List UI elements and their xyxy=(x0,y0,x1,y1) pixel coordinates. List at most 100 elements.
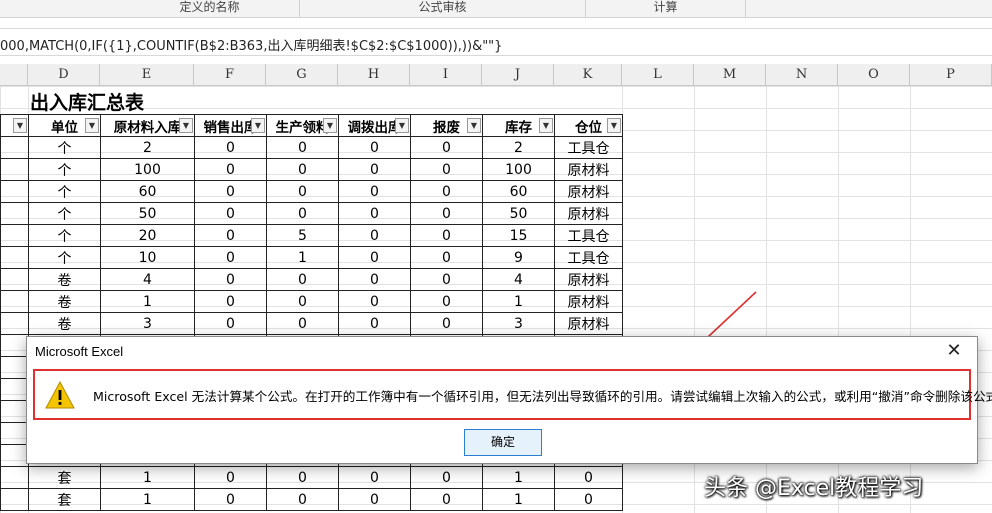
table-cell[interactable]: 0 xyxy=(338,180,411,203)
table-cell[interactable]: 个 xyxy=(28,202,101,225)
filter-dropdown-icon[interactable]: ▼ xyxy=(323,118,337,133)
header-cell-sales-out[interactable]: 销售出库 ▼ xyxy=(194,114,267,137)
table-cell[interactable]: 1 xyxy=(482,488,555,511)
table-cell[interactable]: 原材料 xyxy=(554,202,623,225)
close-icon[interactable]: ✕ xyxy=(939,339,969,363)
header-cell-location[interactable]: 仓位 ▼ xyxy=(554,114,623,137)
table-cell[interactable]: 0 xyxy=(410,488,483,511)
table-cell[interactable]: 2 xyxy=(482,136,555,159)
filter-dropdown-icon[interactable]: ▼ xyxy=(251,118,265,133)
table-cell[interactable]: 1 xyxy=(100,466,195,489)
table-cell[interactable]: 3 xyxy=(482,312,555,335)
table-cell[interactable]: 60 xyxy=(482,180,555,203)
formula-text[interactable]: 000,MATCH(0,IF({1},COUNTIF(B$2:B363,出入库明… xyxy=(0,35,502,54)
filter-dropdown-icon[interactable]: ▼ xyxy=(179,118,193,133)
table-cell[interactable] xyxy=(0,488,29,511)
table-cell[interactable]: 0 xyxy=(194,136,267,159)
table-cell[interactable]: 个 xyxy=(28,246,101,269)
table-cell[interactable]: 0 xyxy=(194,224,267,247)
table-cell[interactable]: 1 xyxy=(100,488,195,511)
column-header-n[interactable]: N xyxy=(766,64,838,86)
column-header-k[interactable]: K xyxy=(554,64,622,86)
table-cell[interactable]: 0 xyxy=(338,224,411,247)
table-cell[interactable]: 0 xyxy=(266,158,339,181)
table-cell[interactable]: 0 xyxy=(554,488,623,511)
table-cell[interactable]: 0 xyxy=(194,290,267,313)
table-cell[interactable]: 个 xyxy=(28,136,101,159)
table-cell[interactable]: 工具仓 xyxy=(554,136,623,159)
table-cell[interactable]: 卷 xyxy=(28,312,101,335)
table-cell[interactable]: 4 xyxy=(100,268,195,291)
table-cell[interactable]: 卷 xyxy=(28,290,101,313)
column-header-g[interactable]: G xyxy=(266,64,338,86)
table-cell[interactable] xyxy=(0,180,29,203)
table-cell[interactable]: 10 xyxy=(100,246,195,269)
table-cell[interactable] xyxy=(0,312,29,335)
table-cell[interactable]: 原材料 xyxy=(554,158,623,181)
table-cell[interactable] xyxy=(0,136,29,159)
table-cell[interactable]: 0 xyxy=(266,488,339,511)
column-header-m[interactable]: M xyxy=(694,64,766,86)
table-cell[interactable]: 原材料 xyxy=(554,268,623,291)
table-cell[interactable]: 0 xyxy=(338,268,411,291)
sheet-title[interactable]: 出入库汇总表 xyxy=(30,88,144,115)
filter-dropdown-icon[interactable]: ▼ xyxy=(539,118,553,133)
filter-dropdown-icon[interactable]: ▼ xyxy=(395,118,409,133)
filter-dropdown-icon[interactable]: ▼ xyxy=(85,118,99,133)
table-cell[interactable]: 0 xyxy=(410,290,483,313)
table-cell[interactable]: 卷 xyxy=(28,268,101,291)
table-cell[interactable] xyxy=(0,466,29,489)
table-cell[interactable]: 0 xyxy=(338,136,411,159)
table-cell[interactable]: 套 xyxy=(28,488,101,511)
header-cell-production-issue[interactable]: 生产领料 ▼ xyxy=(266,114,339,137)
table-cell[interactable]: 1 xyxy=(482,290,555,313)
table-cell[interactable]: 0 xyxy=(266,136,339,159)
table-cell[interactable]: 2 xyxy=(100,136,195,159)
table-cell[interactable]: 0 xyxy=(266,290,339,313)
formula-bar[interactable]: 000,MATCH(0,IF({1},COUNTIF(B$2:B363,出入库明… xyxy=(0,28,992,56)
table-cell[interactable] xyxy=(0,422,29,445)
table-cell[interactable]: 0 xyxy=(338,466,411,489)
table-cell[interactable]: 3 xyxy=(100,312,195,335)
table-cell[interactable] xyxy=(0,356,29,379)
table-cell[interactable] xyxy=(0,444,29,467)
table-cell[interactable]: 0 xyxy=(410,466,483,489)
table-cell[interactable] xyxy=(0,202,29,225)
header-cell-scrap[interactable]: 报废 ▼ xyxy=(410,114,483,137)
header-cell-raw-material-in[interactable]: 原材料入库 ▼ xyxy=(100,114,195,137)
column-header-l[interactable]: L xyxy=(622,64,694,86)
table-cell[interactable]: 60 xyxy=(100,180,195,203)
table-cell[interactable]: 0 xyxy=(338,246,411,269)
table-cell[interactable]: 0 xyxy=(410,268,483,291)
column-header-f[interactable]: F xyxy=(194,64,266,86)
table-cell[interactable]: 工具仓 xyxy=(554,224,623,247)
column-header-o[interactable]: O xyxy=(838,64,910,86)
filter-dropdown-icon[interactable]: ▼ xyxy=(13,118,27,133)
table-cell[interactable]: 套 xyxy=(28,466,101,489)
table-cell[interactable]: 0 xyxy=(266,312,339,335)
table-cell[interactable] xyxy=(0,400,29,423)
table-cell[interactable]: 个 xyxy=(28,158,101,181)
table-cell[interactable]: 0 xyxy=(194,180,267,203)
table-cell[interactable]: 0 xyxy=(410,180,483,203)
column-header-p[interactable]: P xyxy=(910,64,992,86)
table-cell[interactable]: 0 xyxy=(194,158,267,181)
table-cell[interactable]: 0 xyxy=(338,312,411,335)
header-cell-unit[interactable]: 单位 ▼ xyxy=(28,114,101,137)
table-cell[interactable]: 0 xyxy=(194,268,267,291)
table-cell[interactable]: 50 xyxy=(482,202,555,225)
table-cell[interactable] xyxy=(0,378,29,401)
table-cell[interactable]: 0 xyxy=(338,158,411,181)
table-cell[interactable]: 0 xyxy=(410,224,483,247)
table-cell[interactable]: 0 xyxy=(410,312,483,335)
table-cell[interactable]: 个 xyxy=(28,224,101,247)
table-cell[interactable]: 20 xyxy=(100,224,195,247)
table-cell[interactable]: 工具仓 xyxy=(554,246,623,269)
table-cell[interactable]: 0 xyxy=(194,466,267,489)
table-cell[interactable]: 0 xyxy=(194,202,267,225)
table-cell[interactable]: 100 xyxy=(482,158,555,181)
column-header-h[interactable]: H xyxy=(338,64,410,86)
header-cell-stock[interactable]: 库存 ▼ xyxy=(482,114,555,137)
header-cell-transfer-out[interactable]: 调拨出库 ▼ xyxy=(338,114,411,137)
table-cell[interactable] xyxy=(0,224,29,247)
